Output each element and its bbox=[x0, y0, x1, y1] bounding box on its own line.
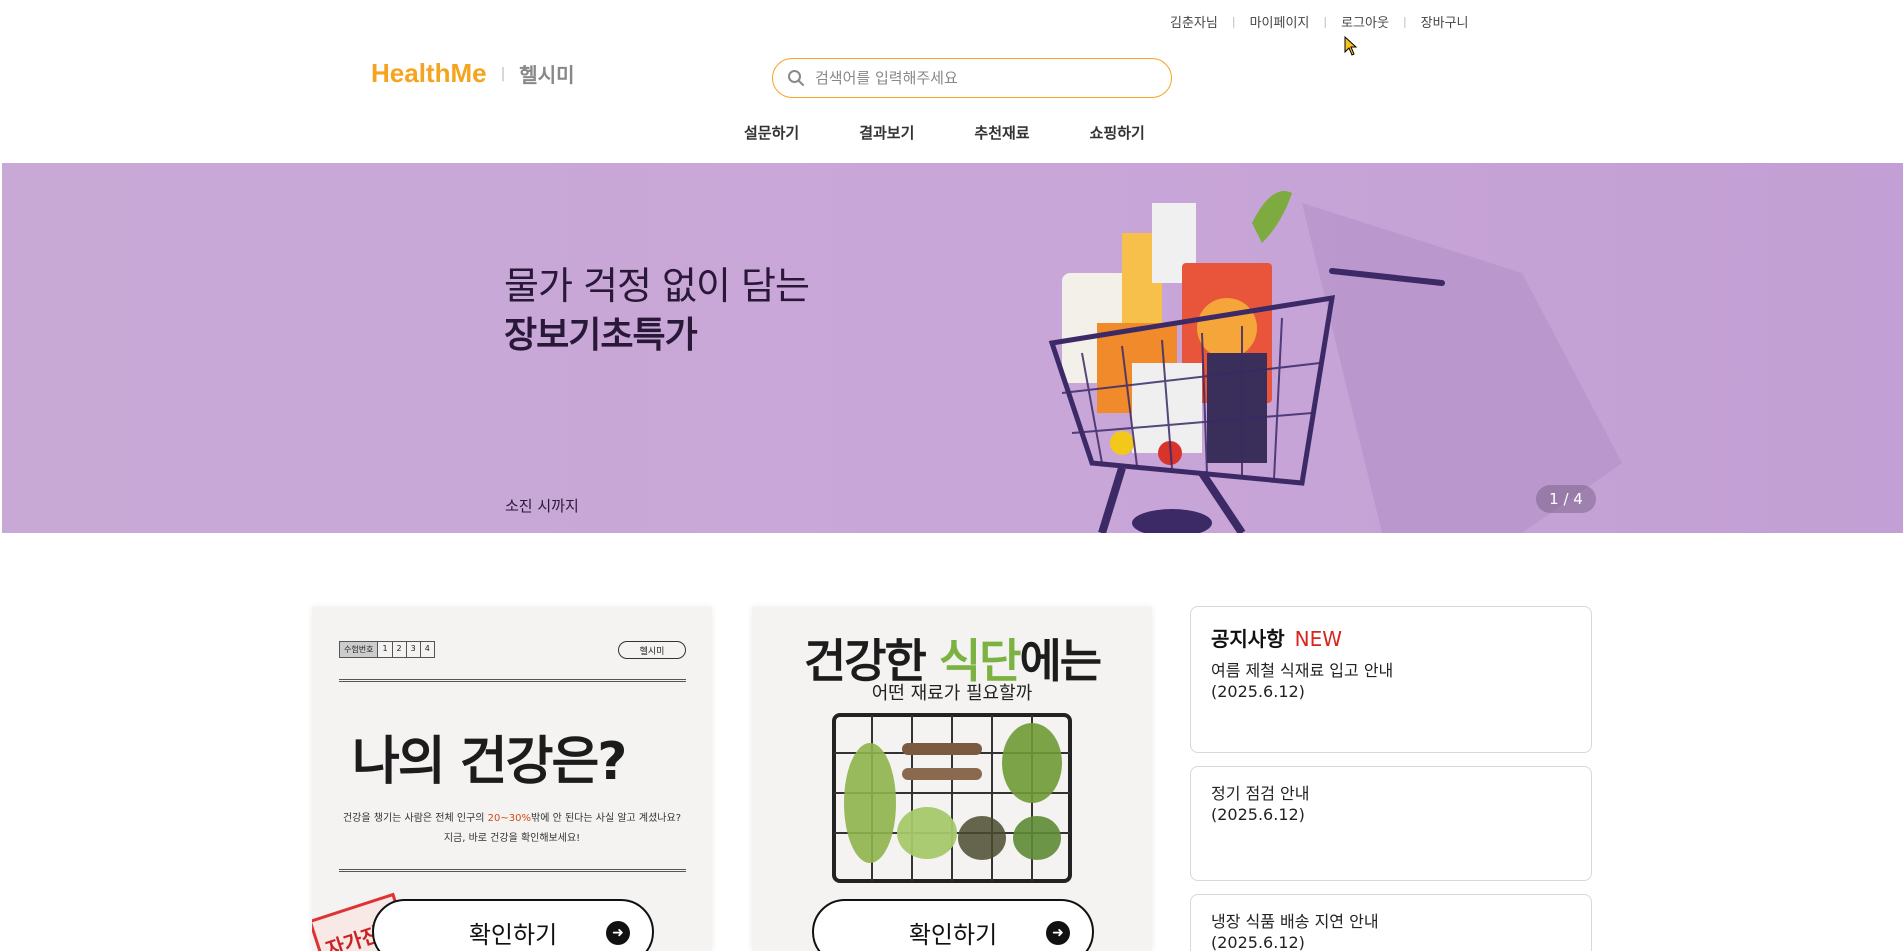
desc-highlight: 20~30% bbox=[487, 813, 532, 824]
logout-link[interactable]: 로그아웃 bbox=[1341, 12, 1389, 31]
notice-item-title: 여름 제철 식재료 입고 안내 bbox=[1211, 661, 1394, 680]
mouse-cursor-icon bbox=[1344, 36, 1358, 56]
banner-slide-counter[interactable]: 1 / 4 bbox=[1536, 485, 1596, 513]
banner-note: 소진 시까지 bbox=[505, 497, 579, 515]
exam-number: 2 bbox=[391, 641, 407, 658]
user-greeting[interactable]: 김춘자님 bbox=[1170, 12, 1218, 31]
divider bbox=[339, 869, 686, 872]
exam-number: 1 bbox=[377, 641, 393, 658]
notice-item-date: (2025.6.12) bbox=[1211, 805, 1305, 824]
new-badge: NEW bbox=[1294, 627, 1342, 651]
cta-label: 확인하기 bbox=[468, 920, 558, 949]
notice-item-date: (2025.6.12) bbox=[1211, 682, 1305, 701]
diet-check-button[interactable]: 확인하기 ➜ bbox=[812, 899, 1094, 951]
desc-text: 건강을 챙기는 사람은 전체 인구의 bbox=[342, 813, 488, 824]
exam-label: 수험번호 bbox=[339, 641, 379, 658]
cart-link[interactable]: 장바구니 bbox=[1421, 12, 1469, 31]
health-check-card[interactable]: 수험번호 1 2 3 4 헬시미 나의 건강은? 건강을 챙기는 사람은 전체 … bbox=[312, 607, 712, 951]
main-nav: 설문하기 결과보기 추천재료 쇼핑하기 bbox=[744, 122, 1205, 143]
nav-survey[interactable]: 설문하기 bbox=[744, 122, 799, 143]
util-separator: | bbox=[1323, 15, 1328, 28]
notice-item-title: 냉장 식품 배송 지연 안내 bbox=[1211, 912, 1379, 931]
health-card-description: 건강을 챙기는 사람은 전체 인구의 20~30%밖에 안 된다는 사실 알고 … bbox=[312, 809, 712, 849]
exam-number: 3 bbox=[405, 641, 421, 658]
search-bar bbox=[772, 58, 1172, 98]
promo-banner[interactable]: 물가 걱정 없이 담는 장보기초특가 소진 시까지 1 / 4 bbox=[2, 163, 1903, 533]
banner-title-line1: 물가 걱정 없이 담는 bbox=[504, 264, 810, 308]
mypage-link[interactable]: 마이페이지 bbox=[1250, 12, 1310, 31]
vegetable-grill-image bbox=[832, 713, 1072, 883]
desc-line2: 지금, 바로 건강을 확인해보세요! bbox=[443, 833, 581, 844]
notice-item-date: (2025.6.12) bbox=[1211, 933, 1305, 951]
shopping-cart-image bbox=[1048, 191, 1622, 533]
diet-card-subtitle: 어떤 재료가 필요할까 bbox=[871, 683, 1033, 704]
search-icon[interactable] bbox=[787, 69, 805, 87]
exam-number: 4 bbox=[419, 641, 435, 658]
util-separator: | bbox=[1402, 15, 1407, 28]
logo-korean: 헬시미 bbox=[519, 63, 575, 87]
banner-title-line2: 장보기초특가 bbox=[504, 315, 698, 356]
cta-label: 확인하기 bbox=[908, 920, 998, 949]
search-input[interactable] bbox=[815, 69, 1135, 87]
diet-ingredients-card[interactable]: 건강한 식단에는 어떤 재료가 필요할까 확인하기 ➜ bbox=[752, 607, 1152, 951]
brand-tag: 헬시미 bbox=[618, 641, 686, 659]
notice-card[interactable]: 냉장 식품 배송 지연 안내 (2025.6.12) bbox=[1190, 894, 1592, 951]
notice-card[interactable]: 공지사항 NEW 여름 제철 식재료 입고 안내 (2025.6.12) bbox=[1190, 606, 1592, 753]
nav-shopping[interactable]: 쇼핑하기 bbox=[1090, 122, 1145, 143]
util-separator: | bbox=[1231, 15, 1236, 28]
health-check-button[interactable]: 확인하기 ➜ bbox=[372, 899, 654, 951]
arrow-right-icon: ➜ bbox=[606, 921, 630, 945]
notice-card[interactable]: 정기 점검 안내 (2025.6.12) bbox=[1190, 766, 1592, 881]
nav-results[interactable]: 결과보기 bbox=[859, 122, 914, 143]
notice-item-title: 정기 점검 안내 bbox=[1211, 784, 1310, 803]
exam-number-row: 수험번호 1 2 3 4 bbox=[339, 641, 435, 658]
logo-separator: | bbox=[500, 65, 506, 82]
logo-english: HealthMe bbox=[371, 58, 487, 88]
arrow-right-icon: ➜ bbox=[1046, 921, 1070, 945]
notice-heading: 공지사항 bbox=[1211, 627, 1285, 651]
site-logo[interactable]: HealthMe | 헬시미 bbox=[371, 58, 575, 89]
divider bbox=[339, 679, 686, 682]
nav-recommended[interactable]: 추천재료 bbox=[974, 122, 1029, 143]
health-card-title: 나의 건강은? bbox=[352, 732, 627, 792]
notice-header: 공지사항 NEW bbox=[1211, 623, 1571, 652]
utility-nav: 김춘자님 | 마이페이지 | 로그아웃 | 장바구니 bbox=[1170, 12, 1469, 31]
desc-text: 밖에 안 된다는 사실 알고 계셨나요? bbox=[531, 813, 682, 824]
